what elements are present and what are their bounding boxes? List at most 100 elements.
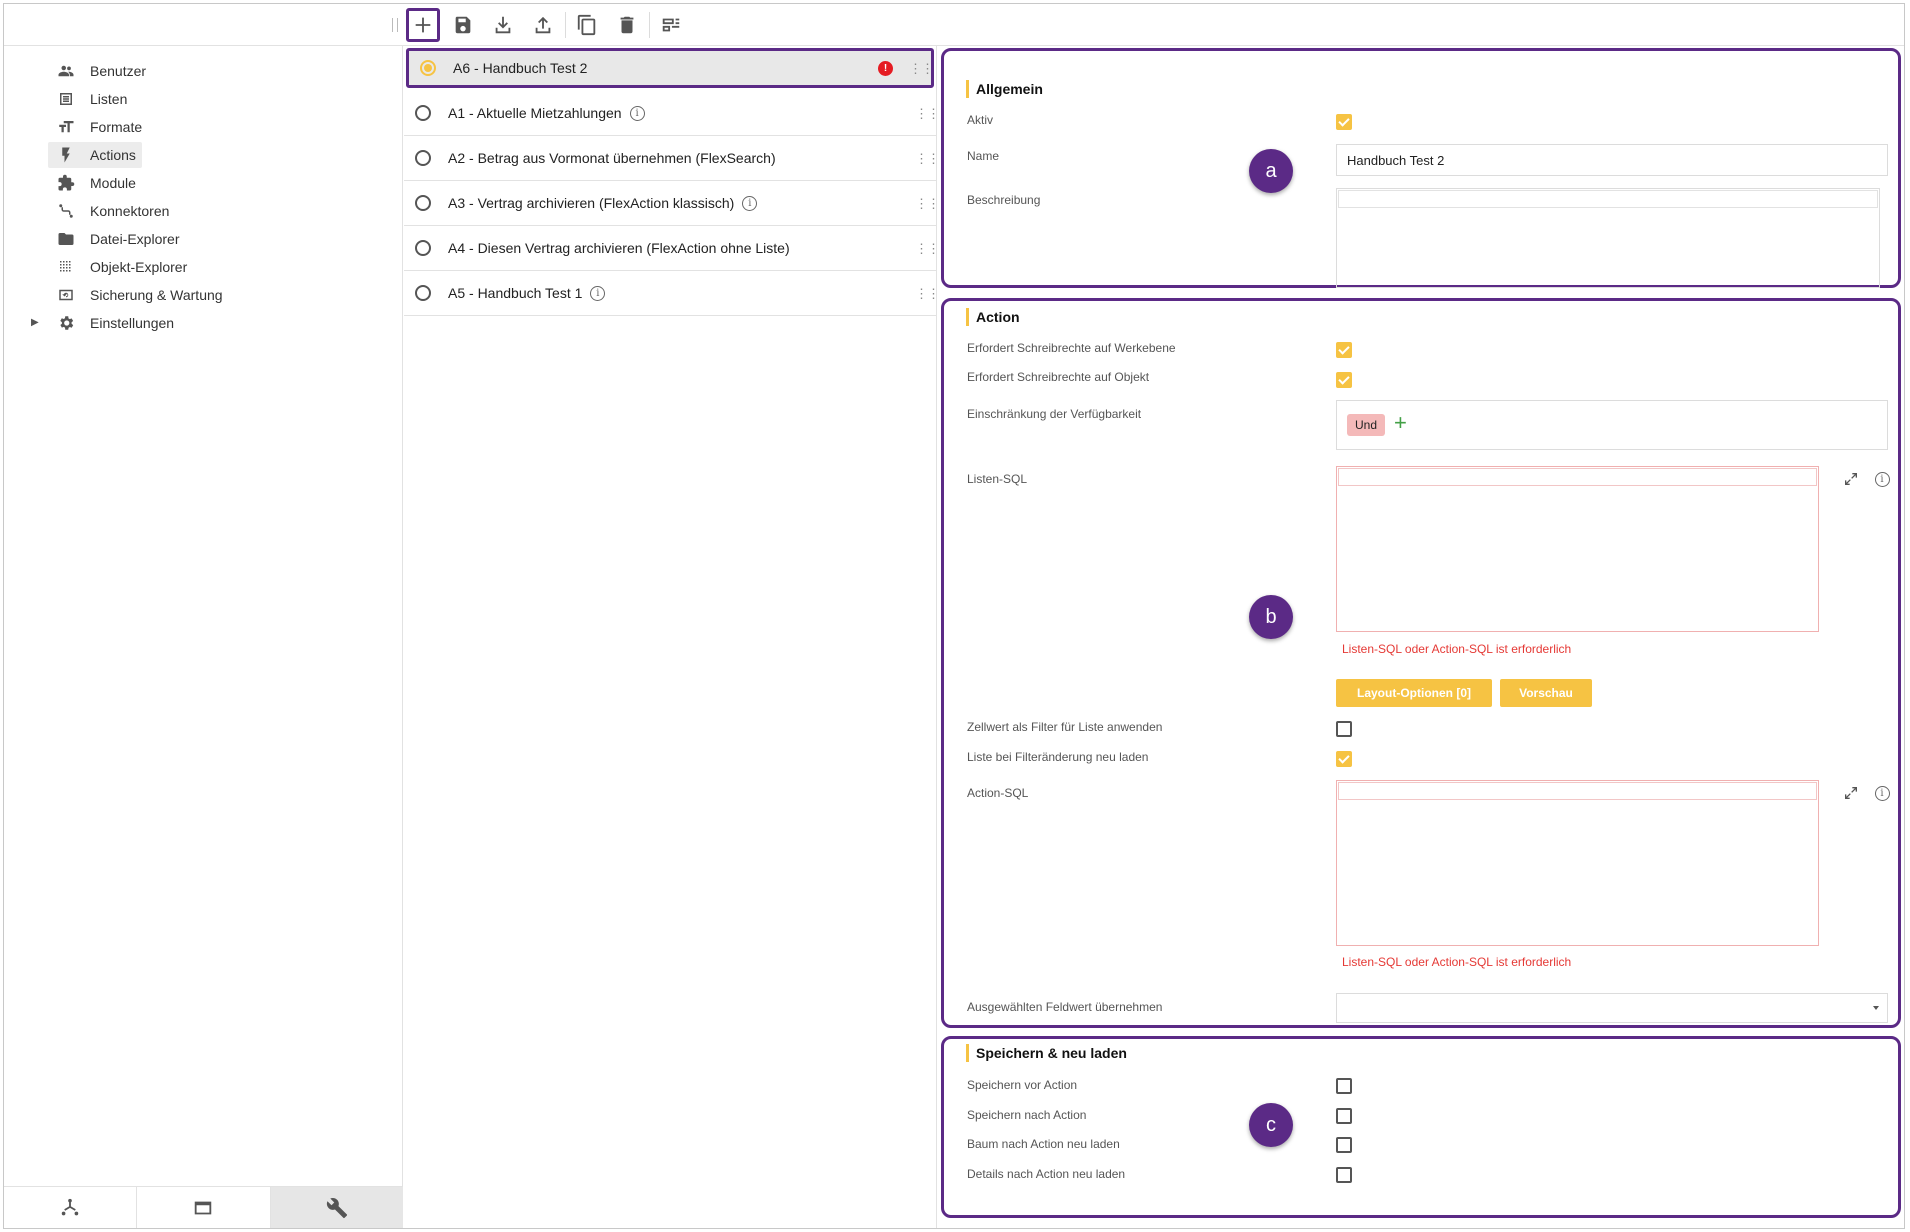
nav-label: Datei-Explorer	[90, 231, 180, 247]
list-item[interactable]: A5 - Handbuch Test 1 i ⋮⋮	[404, 271, 940, 316]
list-item-label: A5 - Handbuch Test 1	[448, 285, 583, 301]
nav-label: Benutzer	[90, 63, 147, 79]
backup-icon	[56, 285, 76, 305]
listen-sql-editor[interactable]	[1336, 466, 1819, 632]
nav-item-module[interactable]: Module	[48, 170, 142, 196]
toolbar-grip[interactable]	[392, 18, 398, 32]
info-icon[interactable]: i	[1873, 784, 1891, 802]
layout-options-button[interactable]: Layout-Optionen [0]	[1336, 679, 1492, 707]
bottom-tab-bar	[4, 1186, 403, 1228]
speichern-nach-checkbox[interactable]	[1336, 1108, 1352, 1124]
baum-neu-checkbox[interactable]	[1336, 1137, 1352, 1153]
nav-item-benutzer[interactable]: Benutzer	[48, 58, 152, 84]
nav-item-formate[interactable]: Formate	[48, 114, 148, 140]
nav-label: Listen	[90, 91, 128, 107]
schreib-werk-checkbox[interactable]	[1336, 342, 1352, 358]
radio[interactable]	[415, 285, 431, 301]
baum-neu-label: Baum nach Action neu laden	[967, 1137, 1120, 1151]
list-item-label: A2 - Betrag aus Vormonat übernehmen (Fle…	[448, 150, 776, 166]
expand-icon[interactable]	[1842, 470, 1860, 488]
drag-handle-icon[interactable]: ⋮⋮	[909, 62, 934, 75]
details-neu-checkbox[interactable]	[1336, 1167, 1352, 1183]
drag-handle-icon[interactable]: ⋮⋮	[915, 242, 940, 255]
action-sql-editor[interactable]	[1336, 780, 1819, 946]
lightning-icon	[56, 145, 76, 165]
error-icon: !	[878, 60, 893, 76]
zellwert-checkbox[interactable]	[1336, 721, 1352, 737]
drag-handle-icon[interactable]: ⋮⋮	[915, 107, 940, 120]
users-icon	[56, 61, 76, 81]
beschreibung-textarea[interactable]	[1336, 188, 1880, 288]
add-button[interactable]	[406, 8, 440, 42]
download-button[interactable]	[486, 8, 520, 42]
list-item[interactable]: A1 - Aktuelle Mietzahlungen i ⋮⋮	[404, 91, 940, 136]
action-sql-error: Listen-SQL oder Action-SQL ist erforderl…	[1342, 955, 1572, 969]
speichern-vor-checkbox[interactable]	[1336, 1078, 1352, 1094]
drag-handle-icon[interactable]: ⋮⋮	[915, 287, 940, 300]
radio-selected[interactable]	[420, 60, 436, 76]
schreib-werk-label: Erfordert Schreibrechte auf Werkebene	[967, 341, 1176, 355]
copy-button[interactable]	[570, 8, 604, 42]
list-item[interactable]: A2 - Betrag aus Vormonat übernehmen (Fle…	[404, 136, 940, 181]
schreib-obj-checkbox[interactable]	[1336, 372, 1352, 388]
layout-button[interactable]	[654, 8, 688, 42]
aktiv-checkbox[interactable]	[1336, 114, 1352, 130]
list-item[interactable]: A4 - Diesen Vertrag archivieren (FlexAct…	[404, 226, 940, 271]
save-button[interactable]	[446, 8, 480, 42]
section-title: Speichern & neu laden	[966, 1044, 1127, 1062]
info-icon[interactable]: i	[590, 285, 606, 301]
nav-item-einstellungen[interactable]: Einstellungen	[48, 310, 180, 336]
wrench-icon	[326, 1197, 347, 1218]
connector-icon	[56, 201, 76, 221]
left-navigation: Benutzer Listen Formate Actions Module K…	[4, 46, 403, 1228]
annotation-badge-a: a	[1249, 149, 1293, 193]
nav-item-konnektoren[interactable]: Konnektoren	[48, 198, 175, 224]
feldwert-select[interactable]	[1336, 993, 1888, 1023]
tree-icon	[61, 1198, 79, 1215]
list-item[interactable]: A3 - Vertrag archivieren (FlexAction kla…	[404, 181, 940, 226]
expand-icon[interactable]	[1842, 784, 1860, 802]
delete-button[interactable]	[610, 8, 644, 42]
list-icon	[56, 89, 76, 109]
vorschau-button[interactable]: Vorschau	[1500, 679, 1592, 707]
layout-icon	[662, 18, 680, 32]
info-icon[interactable]: i	[629, 105, 645, 121]
info-icon[interactable]: i	[742, 195, 758, 211]
tab-window[interactable]	[137, 1187, 271, 1228]
annotation-badge-c: c	[1249, 1103, 1293, 1147]
drag-handle-icon[interactable]: ⋮⋮	[915, 152, 940, 165]
section-title: Action	[966, 308, 1020, 326]
add-icon	[415, 17, 431, 33]
copy-icon	[577, 14, 596, 36]
und-chip[interactable]: Und	[1347, 414, 1386, 436]
listen-sql-error: Listen-SQL oder Action-SQL ist erforderl…	[1342, 642, 1572, 656]
nav-item-listen[interactable]: Listen	[48, 86, 133, 112]
speichern-vor-label: Speichern vor Action	[967, 1078, 1078, 1092]
nav-item-actions[interactable]: Actions	[48, 142, 142, 168]
add-condition-button[interactable]: +	[1394, 410, 1407, 436]
nav-item-sicherung-wartung[interactable]: Sicherung & Wartung	[48, 282, 229, 308]
name-input[interactable]: Handbuch Test 2	[1336, 144, 1888, 176]
zellwert-label: Zellwert als Filter für Liste anwenden	[967, 720, 1163, 734]
app-window: Benutzer Listen Formate Actions Module K…	[3, 3, 1905, 1229]
list-item[interactable]: A6 - Handbuch Test 2 ! ⋮⋮	[406, 48, 934, 88]
tab-tools[interactable]	[270, 1187, 403, 1228]
nav-label: Objekt-Explorer	[90, 259, 188, 275]
upload-icon	[535, 16, 551, 34]
expand-caret-icon[interactable]: ▶	[31, 317, 39, 328]
nav-item-objekt-explorer[interactable]: Objekt-Explorer	[48, 254, 193, 280]
nav-item-datei-explorer[interactable]: Datei-Explorer	[48, 226, 185, 252]
radio[interactable]	[415, 240, 431, 256]
radio[interactable]	[415, 105, 431, 121]
info-icon[interactable]: i	[1873, 470, 1891, 488]
listen-sql-label: Listen-SQL	[967, 472, 1028, 486]
drag-handle-icon[interactable]: ⋮⋮	[915, 197, 940, 210]
tab-tree[interactable]	[4, 1187, 138, 1228]
nav-label: Formate	[90, 119, 143, 135]
liste-neu-checkbox[interactable]	[1336, 751, 1352, 767]
upload-button[interactable]	[526, 8, 560, 42]
window-icon	[195, 1201, 212, 1214]
save-icon	[455, 16, 471, 34]
radio[interactable]	[415, 150, 431, 166]
radio[interactable]	[415, 195, 431, 211]
